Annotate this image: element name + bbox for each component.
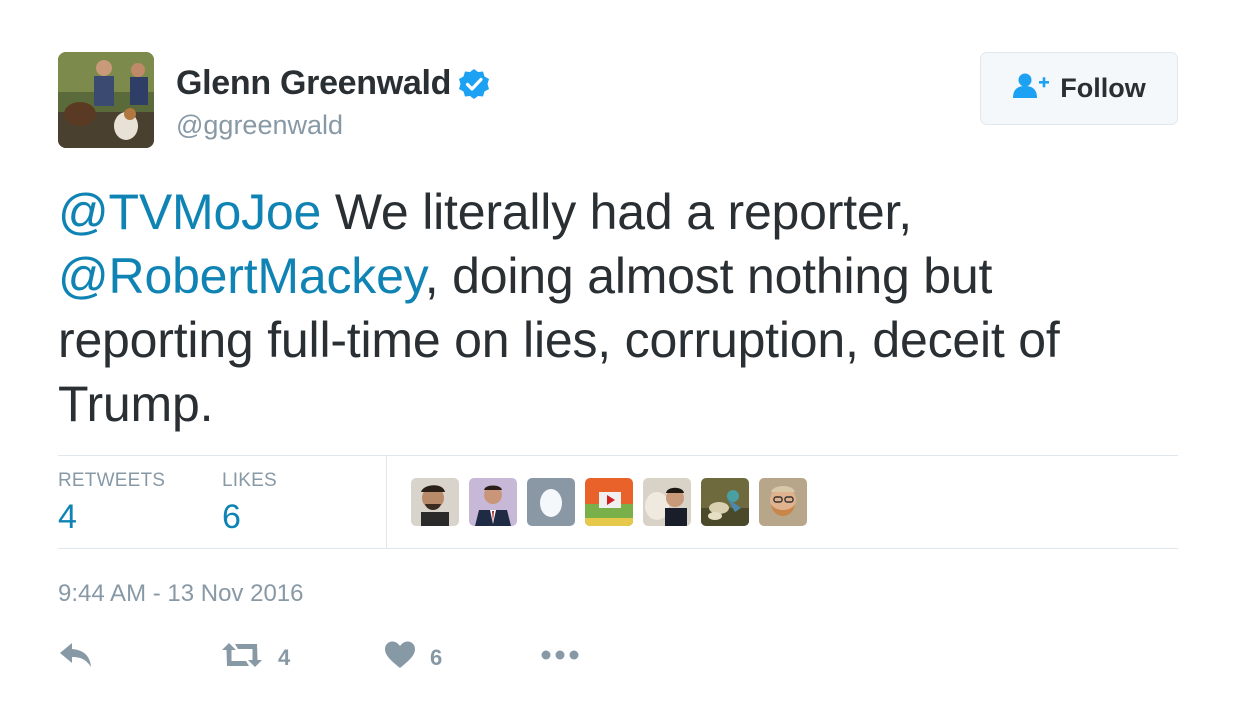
retweets-count: 4 [58,498,77,536]
tweet-timestamp[interactable]: 9:44 AM - 13 Nov 2016 [58,580,303,608]
retweet-icon [220,640,264,675]
follow-label: Follow [1060,73,1146,103]
add-user-icon [1012,72,1050,105]
tweet-stats: RETWEETS 4 LIKES 6 [58,455,1178,549]
liker-avatar-5[interactable] [643,478,691,526]
liker-avatar-1[interactable] [411,478,459,526]
likes-count: 6 [222,498,241,536]
display-name[interactable]: Glenn Greenwald [176,64,451,103]
tweet-text-segment: We literally had a reporter, [321,184,912,240]
user-name-row[interactable]: Glenn Greenwald [176,64,491,103]
retweets-stat[interactable]: RETWEETS 4 [58,470,165,537]
like-button[interactable]: 6 [384,640,442,675]
more-icon [540,640,582,675]
retweet-count: 4 [278,644,291,670]
liker-avatar-7[interactable] [759,478,807,526]
reply-icon [58,640,94,675]
liker-avatar-2[interactable] [469,478,517,526]
follow-button[interactable]: Follow [980,52,1178,125]
retweet-button[interactable]: 4 [220,640,290,675]
user-handle[interactable]: @ggreenwald [176,110,343,141]
reply-button[interactable] [58,640,94,675]
likers-list [411,478,817,526]
retweets-label: RETWEETS [58,470,166,491]
tweet-text: @TVMoJoe We literally had a reporter, @R… [58,180,1198,436]
verified-badge-icon [457,67,491,101]
stats-divider [386,456,387,549]
likes-label: LIKES [222,470,277,491]
heart-icon [384,640,416,675]
liker-avatar-3[interactable] [527,478,575,526]
mention-link[interactable]: @TVMoJoe [58,184,321,240]
more-button[interactable] [540,640,582,675]
like-count: 6 [430,644,443,670]
likes-stat[interactable]: LIKES 6 [222,470,277,537]
liker-avatar-6[interactable] [701,478,749,526]
mention-link[interactable]: @RobertMackey [58,248,425,304]
liker-avatar-4[interactable] [585,478,633,526]
user-avatar[interactable] [58,52,154,148]
